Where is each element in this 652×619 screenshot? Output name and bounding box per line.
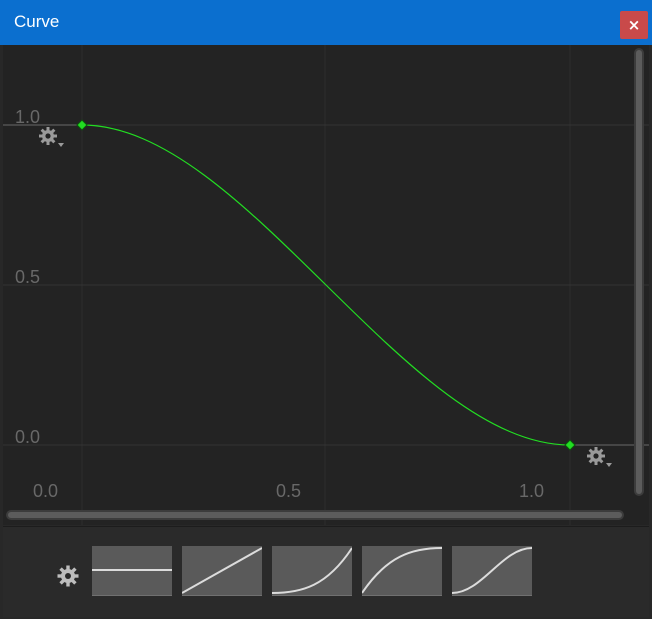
title-bar: Curve × (0, 0, 652, 45)
curve-key-start[interactable] (76, 119, 88, 131)
preset-ease-in-icon (272, 547, 352, 594)
close-button[interactable]: × (620, 11, 648, 39)
x-tick-label: 0.5 (276, 481, 302, 501)
preset-linear-icon (182, 547, 262, 594)
preset-linear[interactable] (182, 546, 262, 596)
preset-ease-in-out[interactable] (452, 546, 532, 596)
preset-ease-out-icon (362, 547, 442, 594)
x-tick-label: 0.0 (33, 481, 59, 501)
horizontal-scrollbar-thumb[interactable] (8, 512, 622, 518)
window-title: Curve (14, 12, 60, 31)
y-tick-label: 0.0 (15, 427, 41, 447)
curve-graph[interactable]: 1.0 0.5 0.0 0.0 0.5 1.0 (3, 45, 649, 525)
curve-window: Curve × 1.0 0.5 0.0 0.0 0.5 1.0 (0, 0, 652, 619)
gear-dropdown-icon[interactable] (36, 125, 66, 151)
preset-ease-in-out-icon (452, 547, 532, 594)
vertical-scrollbar-thumb[interactable] (636, 50, 642, 494)
x-tick-label: 1.0 (519, 481, 545, 501)
gear-icon[interactable] (56, 564, 80, 588)
preset-constant[interactable] (92, 546, 172, 596)
preset-ease-out[interactable] (362, 546, 442, 596)
curve-graph-canvas[interactable] (3, 45, 649, 525)
preset-constant-icon (92, 569, 172, 571)
curve-key-end[interactable] (564, 439, 576, 451)
preset-ease-in[interactable] (272, 546, 352, 596)
y-tick-label: 0.5 (15, 267, 41, 287)
gear-dropdown-icon[interactable] (584, 445, 614, 471)
